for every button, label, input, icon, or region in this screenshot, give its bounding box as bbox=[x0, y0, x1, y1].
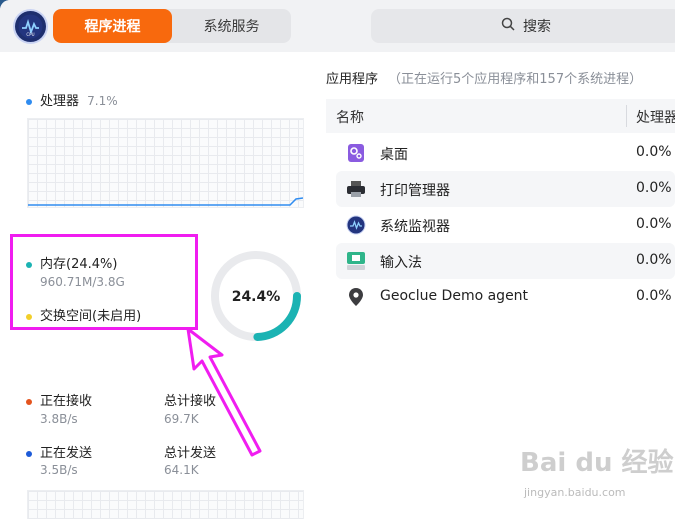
tab-services[interactable]: 系统服务 bbox=[172, 9, 291, 43]
column-cpu[interactable]: 处理器 bbox=[636, 107, 675, 127]
search-label: 搜索 bbox=[523, 19, 551, 35]
apps-title: 应用程序 bbox=[326, 72, 379, 87]
baidu-watermark-url: jingyan.baidu.com bbox=[524, 486, 626, 499]
baidu-watermark: Bai du 经验 bbox=[520, 448, 674, 478]
system-monitor-icon bbox=[346, 215, 366, 235]
send-total-value: 64.1K bbox=[164, 463, 199, 477]
send-legend-dot bbox=[26, 450, 32, 457]
process-row[interactable]: 打印管理器 0.0% bbox=[336, 171, 675, 207]
svg-text:CPU: CPU bbox=[26, 32, 34, 37]
cpu-label-text: 处理器 bbox=[40, 94, 80, 109]
recv-label-text: 正在接收 bbox=[40, 394, 93, 409]
process-row[interactable]: 输入法 0.0% bbox=[336, 243, 675, 279]
view-tabs: 程序进程 系统服务 bbox=[53, 9, 291, 43]
memory-ring-text: 24.4% bbox=[232, 289, 281, 305]
apps-subtitle: （正在运行5个应用程序和157个系统进程） bbox=[388, 72, 643, 87]
recv-label: 正在接收 bbox=[26, 390, 92, 409]
send-value: 3.5B/s bbox=[40, 463, 78, 477]
process-row[interactable]: Geoclue Demo agent 0.0% bbox=[336, 279, 675, 315]
process-cpu: 0.0% bbox=[636, 216, 672, 232]
system-monitor-window: CPU 程序进程 系统服务 搜索 处理器 7.1% 内存(24.4%) 960.… bbox=[0, 0, 675, 519]
process-name: 输入法 bbox=[380, 255, 422, 271]
tab-processes[interactable]: 程序进程 bbox=[53, 9, 172, 43]
process-cpu: 0.0% bbox=[636, 144, 672, 160]
process-cpu: 0.0% bbox=[636, 288, 672, 304]
process-cpu: 0.0% bbox=[636, 180, 672, 196]
send-label-text: 正在发送 bbox=[40, 446, 93, 461]
search-icon bbox=[501, 17, 515, 35]
process-table-header: 名称 处理器 bbox=[326, 99, 675, 133]
recv-legend-dot bbox=[26, 398, 32, 405]
cpu-label: 处理器 7.1% bbox=[26, 90, 118, 109]
search-box[interactable]: 搜索 bbox=[371, 9, 675, 43]
title-bar: CPU 程序进程 系统服务 搜索 bbox=[0, 0, 675, 52]
location-pin-icon bbox=[346, 287, 366, 307]
cpu-usage-line bbox=[28, 197, 303, 206]
input-method-icon bbox=[346, 251, 366, 271]
process-name: Geoclue Demo agent bbox=[380, 288, 529, 304]
apps-header: 应用程序 （正在运行5个应用程序和157个系统进程） bbox=[326, 68, 642, 87]
process-name: 系统监视器 bbox=[380, 219, 450, 235]
network-chart bbox=[27, 490, 304, 519]
desktop-gear-icon bbox=[346, 143, 366, 163]
column-separator[interactable] bbox=[626, 105, 627, 127]
cpu-value: 7.1% bbox=[87, 94, 118, 108]
recv-value: 3.8B/s bbox=[40, 412, 78, 426]
printer-icon bbox=[346, 179, 366, 199]
process-name: 打印管理器 bbox=[380, 183, 450, 199]
cpu-chart bbox=[27, 118, 304, 208]
send-label: 正在发送 bbox=[26, 442, 92, 461]
cpu-legend-dot bbox=[26, 98, 32, 105]
annotation-highlight-box bbox=[10, 234, 198, 330]
process-cpu: 0.0% bbox=[636, 252, 672, 268]
column-name[interactable]: 名称 bbox=[336, 107, 364, 127]
annotation-arrow-icon bbox=[186, 327, 262, 457]
process-row[interactable]: 桌面 0.0% bbox=[336, 135, 675, 171]
process-name: 桌面 bbox=[380, 147, 408, 163]
process-row[interactable]: 系统监视器 0.0% bbox=[336, 207, 675, 243]
app-logo-icon: CPU bbox=[15, 11, 46, 42]
